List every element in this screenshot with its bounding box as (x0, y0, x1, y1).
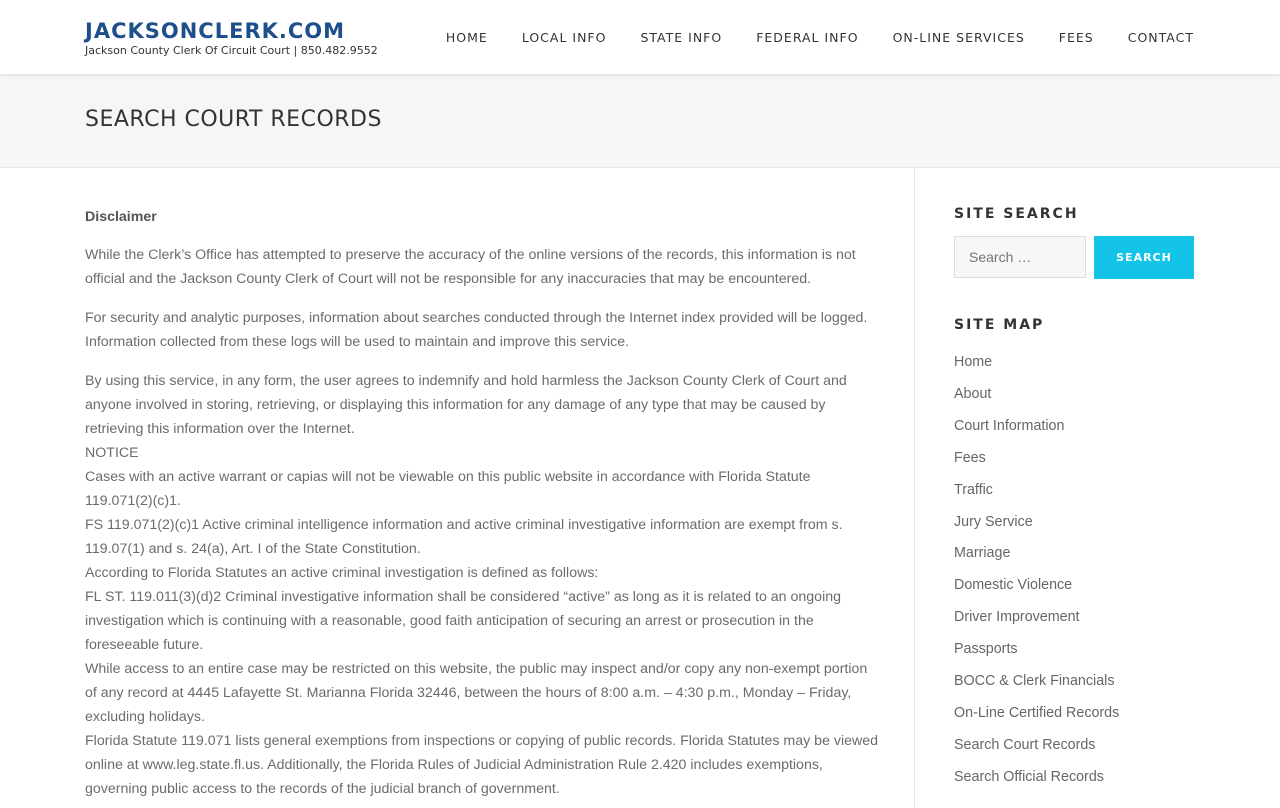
nav-online-services[interactable]: ON-LINE SERVICES (893, 30, 1025, 45)
sitemap-link-jury-service[interactable]: Jury Service (954, 514, 1033, 530)
list-item: Driver Improvement (954, 602, 1194, 634)
list-item: Traffic (954, 475, 1194, 507)
list-item: Passports (954, 634, 1194, 666)
paragraph-accuracy: While the Clerk’s Office has attempted t… (85, 247, 856, 287)
sitemap-link-search-court-records[interactable]: Search Court Records (954, 737, 1095, 753)
sitemap-link-court-information[interactable]: Court Information (954, 418, 1064, 434)
site-map-list: Home About Court Information Fees Traffi… (954, 347, 1194, 794)
sitemap-link-fees[interactable]: Fees (954, 450, 986, 466)
nav-state-info[interactable]: STATE INFO (640, 30, 722, 45)
list-item: Search Court Records (954, 730, 1194, 762)
list-item: Court Information (954, 411, 1194, 443)
sitemap-link-domestic-violence[interactable]: Domestic Violence (954, 577, 1072, 593)
nav-fees[interactable]: FEES (1059, 30, 1094, 45)
notice-block: By using this service, in any form, the … (85, 369, 880, 801)
paragraph-security: For security and analytic purposes, info… (85, 310, 868, 350)
sitemap-link-about[interactable]: About (954, 386, 991, 402)
search-input[interactable] (954, 236, 1086, 278)
list-item: Fees (954, 443, 1194, 475)
sitemap-link-driver-improvement[interactable]: Driver Improvement (954, 609, 1080, 625)
sitemap-link-home[interactable]: Home (954, 354, 992, 370)
nav-home[interactable]: HOME (446, 30, 488, 45)
list-item: About (954, 379, 1194, 411)
nav-federal-info[interactable]: FEDERAL INFO (756, 30, 858, 45)
sitemap-link-marriage[interactable]: Marriage (954, 545, 1010, 561)
notice-line-active: FL ST. 119.011(3)(d)2 Criminal investiga… (85, 589, 842, 653)
nav-contact[interactable]: CONTACT (1128, 30, 1194, 45)
page-header-band: SEARCH COURT RECORDS (0, 75, 1280, 168)
notice-line-indemnify: By using this service, in any form, the … (85, 373, 847, 437)
notice-heading: NOTICE (85, 445, 139, 461)
list-item: On-Line Certified Records (954, 698, 1194, 730)
notice-line-definition: According to Florida Statutes an active … (85, 565, 599, 581)
main-content: Disclaimer While the Clerk’s Office has … (85, 205, 880, 801)
site-search-form: SEARCH (954, 236, 1194, 279)
search-button[interactable]: SEARCH (1094, 236, 1194, 279)
sitemap-link-search-official-records[interactable]: Search Official Records (954, 769, 1104, 785)
sitemap-link-certified-records[interactable]: On-Line Certified Records (954, 705, 1119, 721)
brand-subtitle: Jackson County Clerk Of Circuit Court | … (85, 44, 378, 57)
disclaimer-heading: Disclaimer (85, 209, 157, 225)
list-item: Search Official Records (954, 762, 1194, 794)
content-divider (914, 168, 915, 808)
site-map-title: SITE MAP (954, 317, 1045, 333)
sitemap-link-bocc-financials[interactable]: BOCC & Clerk Financials (954, 673, 1114, 689)
list-item: Domestic Violence (954, 570, 1194, 602)
page-title: SEARCH COURT RECORDS (85, 107, 382, 132)
main-nav: HOME LOCAL INFO STATE INFO FEDERAL INFO … (446, 0, 1194, 75)
list-item: BOCC & Clerk Financials (954, 666, 1194, 698)
site-search-title: SITE SEARCH (954, 206, 1079, 222)
notice-line-access: While access to an entire case may be re… (85, 661, 868, 725)
brand-title[interactable]: JACKSONCLERK.COM (85, 18, 378, 44)
site-brand[interactable]: JACKSONCLERK.COM Jackson County Clerk Of… (85, 18, 378, 58)
sitemap-link-passports[interactable]: Passports (954, 641, 1018, 657)
notice-line-warrant: Cases with an active warrant or capias w… (85, 469, 811, 509)
notice-line-fs-exempt: FS 119.071(2)(c)1 Active criminal intell… (85, 517, 843, 557)
sitemap-link-traffic[interactable]: Traffic (954, 482, 993, 498)
list-item: Home (954, 347, 1194, 379)
sidebar: SITE SEARCH SEARCH SITE MAP Home About C… (954, 206, 1194, 794)
notice-line-exemptions: Florida Statute 119.071 lists general ex… (85, 733, 879, 797)
list-item: Marriage (954, 538, 1194, 570)
list-item: Jury Service (954, 507, 1194, 539)
site-header: JACKSONCLERK.COM Jackson County Clerk Of… (0, 0, 1280, 75)
nav-local-info[interactable]: LOCAL INFO (522, 30, 607, 45)
